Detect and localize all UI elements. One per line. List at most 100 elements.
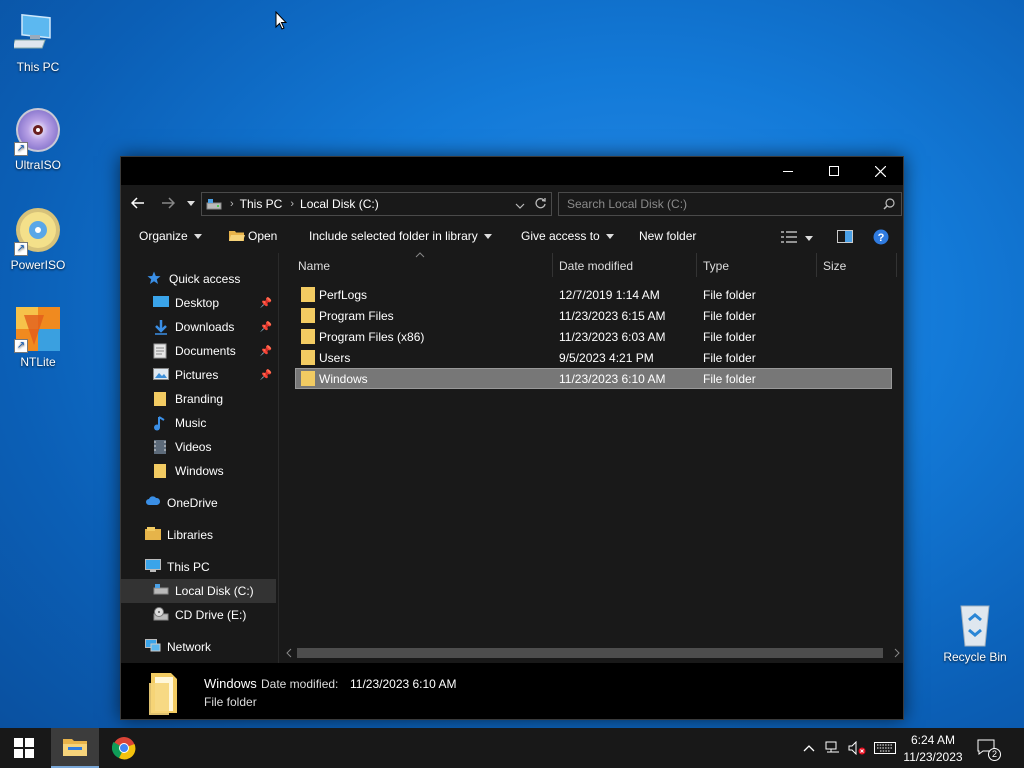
pin-icon: 📌 xyxy=(259,321,272,333)
file-name: Program Files xyxy=(319,309,394,323)
chevron-down-icon xyxy=(193,234,202,240)
desktop-icon-poweriso[interactable]: ↗ PowerISO xyxy=(0,208,76,272)
file-type: File folder xyxy=(703,372,756,386)
taskbar-file-explorer[interactable] xyxy=(51,728,99,768)
command-bar: Organize Open Include selected folder in… xyxy=(121,224,903,250)
nav-label: Quick access xyxy=(169,272,241,286)
nav-pictures[interactable]: Pictures 📌 xyxy=(121,363,276,387)
clock-time: 6:24 AM xyxy=(910,732,956,747)
nav-onedrive[interactable]: OneDrive xyxy=(121,491,276,515)
scroll-right-icon[interactable] xyxy=(893,647,901,661)
file-row-program-files[interactable]: Program Files 11/23/2023 6:15 AM File fo… xyxy=(295,305,892,326)
nav-local-disk[interactable]: Local Disk (C:) xyxy=(121,579,276,603)
maximize-button[interactable] xyxy=(811,157,857,185)
open-folder-icon xyxy=(229,230,245,242)
pin-icon: 📌 xyxy=(259,345,272,357)
pane-divider[interactable] xyxy=(278,253,279,663)
breadcrumb-local-disk[interactable]: Local Disk (C:) xyxy=(300,197,379,211)
nav-label: Branding xyxy=(175,392,224,406)
breadcrumb-this-pc[interactable]: This PC xyxy=(240,197,283,211)
address-dropdown-icon[interactable] xyxy=(515,199,525,213)
desktop-icon-recycle-bin[interactable]: Recycle Bin xyxy=(937,600,1013,664)
close-button[interactable] xyxy=(857,157,903,185)
nav-label: CD Drive (E:) xyxy=(175,608,247,622)
action-center-button[interactable]: 2 xyxy=(972,728,1002,768)
file-type: File folder xyxy=(703,330,756,344)
nav-label: Documents xyxy=(175,344,236,358)
drive-icon xyxy=(206,198,222,210)
back-button[interactable] xyxy=(127,192,149,214)
column-date-modified[interactable]: Date modified xyxy=(559,259,633,273)
nav-label: Local Disk (C:) xyxy=(175,584,254,598)
include-label: Include selected folder in library xyxy=(309,229,478,243)
nav-desktop[interactable]: Desktop 📌 xyxy=(121,291,276,315)
column-separator[interactable] xyxy=(696,253,697,277)
nav-network[interactable]: Network xyxy=(121,635,276,659)
nav-quick-access[interactable]: Quick access xyxy=(121,267,276,291)
nav-windows[interactable]: Windows xyxy=(121,459,276,483)
nav-documents[interactable]: Documents 📌 xyxy=(121,339,276,363)
scroll-left-icon[interactable] xyxy=(285,647,293,661)
scrollbar-thumb[interactable] xyxy=(297,648,883,658)
help-button[interactable]: ? xyxy=(873,229,889,248)
start-button[interactable] xyxy=(0,728,48,768)
open-button[interactable]: Open xyxy=(229,229,277,243)
recent-locations-button[interactable] xyxy=(183,192,199,214)
taskbar-chrome[interactable] xyxy=(100,728,148,768)
poweriso-icon: ↗ xyxy=(14,208,62,256)
large-folder-icon xyxy=(147,671,181,718)
new-folder-button[interactable]: New folder xyxy=(639,229,696,243)
file-row-windows[interactable]: Windows 11/23/2023 6:10 AM File folder xyxy=(295,368,892,389)
nav-downloads[interactable]: Downloads 📌 xyxy=(121,315,276,339)
title-bar[interactable] xyxy=(121,157,903,185)
column-size[interactable]: Size xyxy=(823,259,846,273)
shortcut-arrow-icon: ↗ xyxy=(14,142,28,156)
file-explorer-icon xyxy=(63,739,87,756)
minimize-icon xyxy=(783,170,793,172)
include-in-library-button[interactable]: Include selected folder in library xyxy=(309,229,492,243)
organize-button[interactable]: Organize xyxy=(139,229,202,243)
details-type: File folder xyxy=(204,695,257,709)
desktop-icon-ntlite[interactable]: ↗ NTLite xyxy=(0,305,76,369)
address-row: › This PC › Local Disk (C:) Search Local… xyxy=(121,190,903,218)
download-arrow-icon xyxy=(153,319,169,335)
breadcrumb-separator-icon: › xyxy=(290,198,295,210)
nav-branding[interactable]: Branding xyxy=(121,387,276,411)
horizontal-scrollbar[interactable] xyxy=(283,645,903,661)
folder-icon xyxy=(153,463,169,479)
clock[interactable]: 6:24 AM 11/23/2023 xyxy=(900,728,966,768)
show-hidden-icons-button[interactable] xyxy=(798,728,820,768)
minimize-button[interactable] xyxy=(765,157,811,185)
nav-videos[interactable]: Videos xyxy=(121,435,276,459)
volume-tray-button[interactable] xyxy=(846,728,868,768)
refresh-icon[interactable] xyxy=(534,197,547,213)
give-access-button[interactable]: Give access to xyxy=(521,229,614,243)
nav-music[interactable]: Music xyxy=(121,411,276,435)
nav-label: Libraries xyxy=(167,528,214,542)
column-separator[interactable] xyxy=(552,253,553,277)
column-type[interactable]: Type xyxy=(703,259,729,273)
nav-label: Music xyxy=(175,416,207,430)
nav-label: Desktop xyxy=(175,296,220,310)
preview-pane-button[interactable] xyxy=(837,230,853,246)
column-separator[interactable] xyxy=(816,253,817,277)
nav-libraries[interactable]: Libraries xyxy=(121,523,276,547)
address-bar[interactable]: › This PC › Local Disk (C:) xyxy=(201,192,552,216)
column-name[interactable]: Name xyxy=(298,259,330,273)
nav-cd-drive[interactable]: CD Drive (E:) xyxy=(121,603,276,627)
file-row-users[interactable]: Users 9/5/2023 4:21 PM File folder xyxy=(295,347,892,368)
touch-keyboard-button[interactable] xyxy=(872,728,898,768)
nav-this-pc[interactable]: This PC xyxy=(121,555,276,579)
windows-logo-icon xyxy=(14,738,34,758)
change-view-button[interactable] xyxy=(781,231,813,246)
network-tray-button[interactable] xyxy=(822,728,844,768)
column-separator[interactable] xyxy=(896,253,897,277)
mouse-cursor-icon xyxy=(275,10,288,34)
file-type: File folder xyxy=(703,309,756,323)
file-row-perflogs[interactable]: PerfLogs 12/7/2019 1:14 AM File folder xyxy=(295,284,892,305)
desktop-icon-this-pc[interactable]: This PC xyxy=(0,10,76,74)
search-input[interactable]: Search Local Disk (C:) xyxy=(558,192,902,216)
desktop-icon-ultraiso[interactable]: ↗ UltraISO xyxy=(0,108,76,172)
forward-button[interactable] xyxy=(157,192,179,214)
file-row-program-files-x86[interactable]: Program Files (x86) 11/23/2023 6:03 AM F… xyxy=(295,326,892,347)
